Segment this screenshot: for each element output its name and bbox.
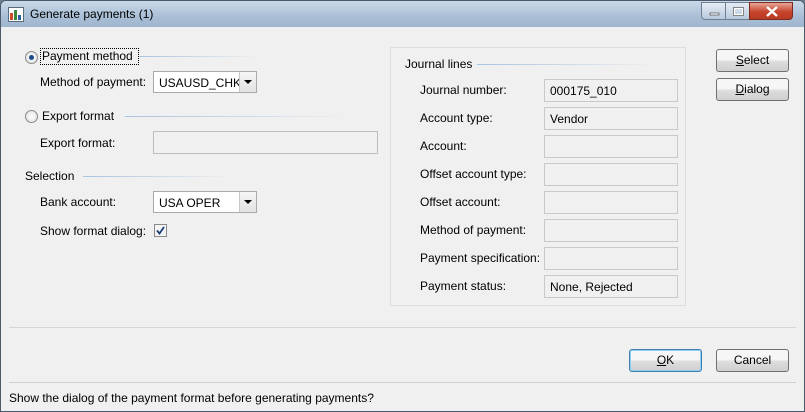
journal-lines-heading: Journal lines bbox=[405, 57, 473, 71]
group-rule bbox=[83, 176, 233, 177]
show-format-dialog-checkbox[interactable] bbox=[154, 224, 167, 237]
generate-payments-window: Generate payments (1) Payment method Met… bbox=[0, 0, 805, 412]
account-type-field[interactable]: Vendor bbox=[544, 107, 678, 130]
cancel-button-label: Cancel bbox=[733, 353, 772, 367]
status-bar-text: Show the dialog of the payment format be… bbox=[9, 391, 374, 405]
bank-account-combo[interactable]: USA OPER bbox=[153, 191, 257, 213]
payment-status-field[interactable]: None, Rejected bbox=[544, 275, 678, 298]
export-format-radio-label[interactable]: Export format bbox=[42, 109, 114, 123]
offset-account-field[interactable] bbox=[544, 191, 678, 214]
payment-method-radio-label[interactable]: Payment method bbox=[42, 49, 133, 63]
journal-method-of-payment-field[interactable] bbox=[544, 219, 678, 242]
journal-number-value: 000175_010 bbox=[550, 84, 617, 98]
close-button[interactable] bbox=[749, 2, 793, 20]
offset-account-type-label: Offset account type: bbox=[420, 167, 527, 181]
ok-button[interactable]: OK bbox=[629, 349, 702, 372]
export-format-field[interactable] bbox=[153, 131, 378, 154]
select-button-label: Select bbox=[735, 53, 770, 67]
bank-account-value: USA OPER bbox=[159, 196, 221, 210]
payment-status-label: Payment status: bbox=[420, 279, 507, 293]
status-bar: Show the dialog of the payment format be… bbox=[9, 382, 796, 411]
cancel-button[interactable]: Cancel bbox=[716, 349, 789, 372]
dialog-button[interactable]: Dialog bbox=[716, 78, 789, 101]
bank-account-label: Bank account: bbox=[40, 195, 117, 209]
separator bbox=[9, 327, 796, 328]
app-icon bbox=[8, 7, 24, 22]
dropdown-arrow-icon[interactable] bbox=[239, 72, 256, 92]
group-rule bbox=[477, 64, 657, 65]
method-of-payment-label: Method of payment: bbox=[40, 75, 147, 89]
selection-heading: Selection bbox=[25, 169, 75, 183]
minimize-button[interactable] bbox=[701, 2, 726, 20]
export-format-label: Export format: bbox=[40, 136, 116, 150]
export-format-radio[interactable] bbox=[25, 110, 38, 123]
journal-method-of-payment-label: Method of payment: bbox=[420, 223, 527, 237]
account-field[interactable] bbox=[544, 135, 678, 158]
select-button[interactable]: Select bbox=[716, 49, 789, 72]
journal-number-field[interactable]: 000175_010 bbox=[544, 79, 678, 102]
offset-account-type-field[interactable] bbox=[544, 163, 678, 186]
window-title: Generate payments (1) bbox=[30, 7, 154, 21]
journal-lines-panel: Journal lines Journal number: 000175_010… bbox=[390, 47, 686, 306]
ok-button-label: OK bbox=[656, 353, 675, 367]
journal-number-label: Journal number: bbox=[420, 83, 507, 97]
account-type-label: Account type: bbox=[420, 111, 493, 125]
payment-specification-field[interactable] bbox=[544, 247, 678, 270]
account-type-value: Vendor bbox=[550, 112, 589, 126]
offset-account-label: Offset account: bbox=[420, 195, 501, 209]
maximize-button[interactable] bbox=[725, 2, 750, 20]
payment-method-radio[interactable] bbox=[25, 51, 38, 64]
group-rule bbox=[139, 56, 259, 57]
title-bar[interactable]: Generate payments (1) bbox=[1, 1, 804, 27]
payment-specification-label: Payment specification: bbox=[420, 251, 541, 265]
method-of-payment-value: USAUSD_CHK bbox=[159, 76, 242, 90]
method-of-payment-combo[interactable]: USAUSD_CHK bbox=[153, 71, 257, 93]
dialog-button-label: Dialog bbox=[735, 82, 770, 96]
account-label: Account: bbox=[420, 139, 467, 153]
payment-status-value: None, Rejected bbox=[550, 280, 633, 294]
group-rule bbox=[125, 116, 355, 117]
show-format-dialog-label: Show format dialog: bbox=[40, 224, 147, 238]
dropdown-arrow-icon[interactable] bbox=[239, 192, 256, 212]
dialog-client-area: Payment method Method of payment: USAUSD… bbox=[9, 27, 796, 411]
